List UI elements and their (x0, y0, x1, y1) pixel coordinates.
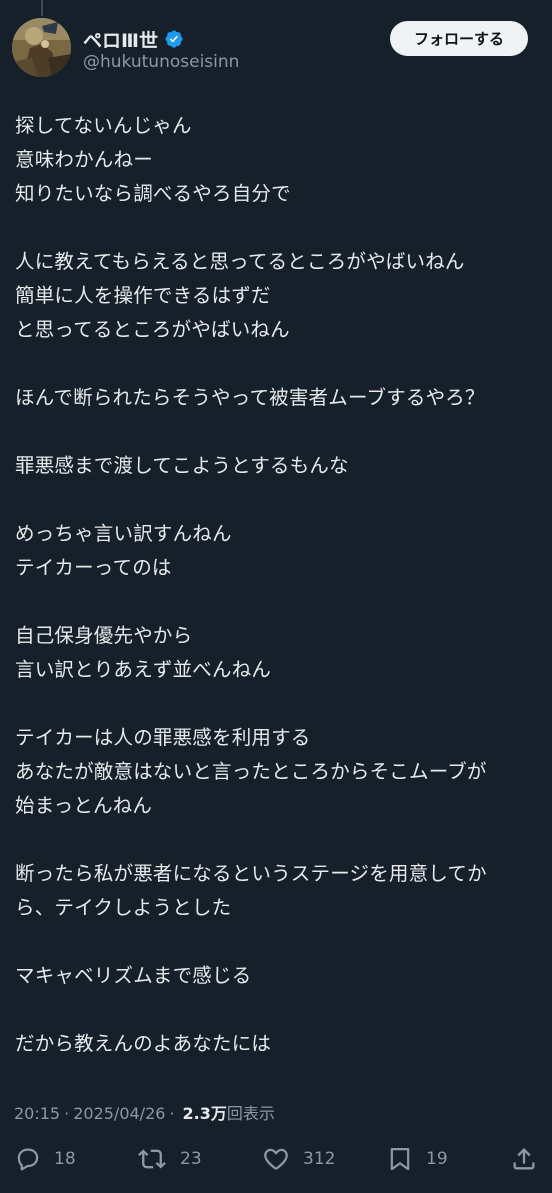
bookmark-count: 19 (426, 1149, 448, 1169)
bookmark-button[interactable]: 19 (386, 1140, 448, 1178)
tweet-line: テイカーってのは (15, 556, 172, 579)
meta-separator: · (64, 1104, 70, 1123)
share-button[interactable] (510, 1140, 538, 1178)
bookmark-icon (390, 1147, 410, 1171)
tweet-date[interactable]: 2025/04/26 (73, 1104, 165, 1123)
tweet-line: 簡単に人を操作できるはずだ (15, 284, 271, 307)
reply-count: 18 (54, 1149, 76, 1169)
tweet-header: ペロⅢ世 @hukutunoseisinn フォローする (0, 0, 552, 90)
retweet-icon (138, 1149, 166, 1169)
tweet-line: めっちゃ言い訳すんねん (15, 522, 232, 545)
tweet-line: ら、テイクしようとした (15, 896, 232, 919)
user-handle[interactable]: @hukutunoseisinn (83, 52, 239, 72)
tweet-line: 知りたいなら調べるやろ自分で (15, 182, 291, 205)
tweet-text: 探してないんじゃん 意味わかんねー知りたいなら調べるやろ自分で人に教えてもらえると… (15, 109, 545, 1061)
heart-icon (264, 1148, 288, 1170)
tweet-line: 自己保身優先やから (15, 624, 193, 647)
like-count: 312 (303, 1149, 336, 1169)
tweet-line: と思ってるところがやばいねん (15, 318, 290, 341)
tweet-line: ほんで断られたらそうやって被害者ムーブするやろ？ (15, 386, 485, 409)
like-button[interactable]: 312 (261, 1140, 335, 1178)
reply-button[interactable]: 18 (14, 1140, 76, 1178)
tweet-line: 言い訳とりあえず並べんねん (15, 658, 272, 681)
tweet-line: 罪悪感まで渡してこようとするもんな (15, 454, 349, 477)
name-row: ペロⅢ世 (83, 26, 184, 52)
display-name[interactable]: ペロⅢ世 (83, 26, 158, 53)
avatar[interactable] (12, 18, 71, 77)
tweet-line: 探してないんじゃん (15, 114, 192, 137)
verified-badge-icon (165, 30, 183, 48)
tweet-line: だから教えんのよあなたには (15, 1032, 272, 1055)
retweet-button[interactable]: 23 (136, 1140, 202, 1178)
tweet-line: 人に教えてもらえると思ってるところがやばいねん (15, 250, 465, 273)
tweet-line: テイカーは人の罪悪感を利用する (15, 726, 311, 749)
follow-button[interactable]: フォローする (390, 21, 528, 56)
meta-separator-2: · (169, 1104, 175, 1123)
tweet-meta: 20:15 · 2025/04/26 · 2.3万 回表示 (14, 1100, 275, 1124)
retweet-count: 23 (180, 1149, 202, 1169)
tweet-time[interactable]: 20:15 (14, 1104, 60, 1123)
views-label: 回表示 (226, 1104, 275, 1123)
tweet-line: 始まっとんねん (15, 794, 153, 817)
views-count: 2.3万 (182, 1104, 227, 1123)
reply-icon (17, 1148, 39, 1171)
tweet-line: 断ったら私が悪者になるというステージを用意してか (15, 862, 487, 885)
tweet-line: マキャベリズムまで感じる (15, 964, 252, 987)
tweet-line: 意味わかんねー (15, 148, 153, 171)
share-icon (513, 1148, 535, 1170)
tweet-line: あなたが敵意はないと言ったところからそこムーブが (15, 760, 487, 783)
action-bar: 18 23 312 19 (0, 1140, 552, 1178)
